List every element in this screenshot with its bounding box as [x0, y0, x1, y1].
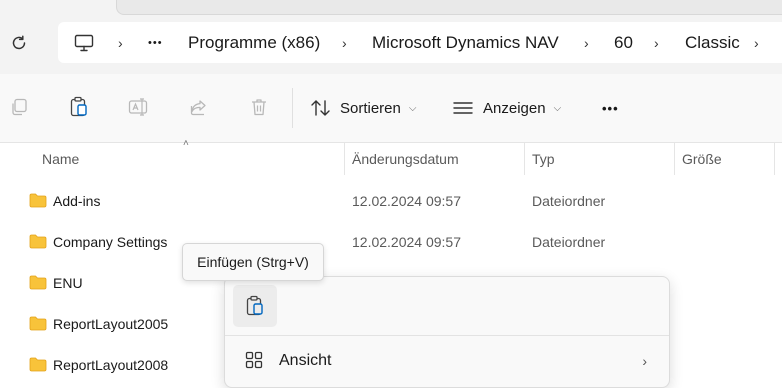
breadcrumb-chevron-icon[interactable]: ›	[584, 22, 589, 63]
breadcrumb-chevron-icon[interactable]: ›	[654, 22, 659, 63]
paste-tooltip: Einfügen (Strg+V)	[182, 243, 324, 281]
file-name: Add-ins	[53, 192, 101, 209]
toolbar-divider	[292, 88, 293, 128]
column-header-size[interactable]: Größe	[682, 142, 722, 175]
delete-button[interactable]	[246, 94, 272, 120]
sort-label: Sortieren	[340, 99, 401, 117]
sort-button[interactable]: Sortieren ⌵	[310, 90, 416, 126]
context-menu-divider	[225, 335, 669, 336]
breadcrumb-chevron-icon[interactable]: ›	[118, 22, 123, 63]
file-type: Dateiordner	[532, 233, 606, 250]
paste-button[interactable]	[66, 94, 92, 120]
refresh-icon	[12, 35, 26, 50]
file-name: ReportLayout2005	[53, 315, 169, 332]
refresh-button[interactable]	[8, 32, 30, 54]
breadcrumb-classic[interactable]: Classic	[685, 22, 740, 63]
breadcrumb-overflow[interactable]: •••	[148, 22, 163, 63]
folder-icon	[29, 234, 47, 249]
column-header-type[interactable]: Typ	[532, 142, 555, 175]
grid-icon	[245, 351, 263, 369]
column-divider[interactable]	[344, 142, 345, 175]
column-header-name[interactable]: Name	[42, 142, 79, 175]
chevron-right-icon: ›	[642, 353, 647, 369]
breadcrumb-dynamics-nav[interactable]: Microsoft Dynamics NAV	[372, 22, 559, 63]
breadcrumb-chevron-icon[interactable]: ›	[754, 22, 759, 63]
column-divider[interactable]	[674, 142, 675, 175]
rename-button[interactable]	[126, 94, 152, 120]
rename-icon	[128, 98, 148, 116]
file-name: Company Settings	[53, 233, 168, 250]
context-menu-item-view[interactable]: Ansicht ›	[225, 343, 669, 379]
view-label: Anzeigen	[483, 99, 546, 117]
copy-icon	[12, 98, 27, 116]
copy-button[interactable]	[6, 94, 32, 120]
column-divider[interactable]	[774, 142, 775, 175]
share-icon	[190, 100, 206, 116]
context-menu: Ansicht ›	[224, 276, 670, 388]
command-bar: Sortieren ⌵ Anzeigen ⌵ •••	[0, 74, 782, 143]
top-bar: › ••• Programme (x86) › Microsoft Dynami…	[0, 0, 782, 74]
breadcrumb-chevron-icon[interactable]: ›	[342, 22, 347, 63]
breadcrumb-programme[interactable]: Programme (x86)	[188, 22, 320, 63]
more-options-button[interactable]: •••	[602, 90, 619, 126]
file-name: ENU	[53, 274, 83, 291]
file-date: 12.02.2024 09:57	[352, 233, 461, 250]
computer-icon	[74, 34, 94, 51]
folder-icon	[29, 275, 47, 290]
file-date: 12.02.2024 09:57	[352, 192, 461, 209]
column-divider[interactable]	[524, 142, 525, 175]
chevron-down-icon: ⌵	[408, 102, 417, 114]
file-type: Dateiordner	[532, 192, 606, 209]
computer-icon-button[interactable]	[74, 22, 94, 63]
view-list-icon	[453, 102, 473, 114]
folder-icon	[29, 357, 47, 372]
chevron-down-icon: ⌵	[553, 102, 562, 114]
file-row[interactable]: Add-ins 12.02.2024 09:57 Dateiordner	[0, 180, 782, 221]
trash-icon	[252, 99, 266, 116]
overflow-label: •••	[148, 36, 163, 49]
column-header-date[interactable]: Änderungsdatum	[352, 142, 459, 175]
share-button[interactable]	[186, 94, 212, 120]
folder-icon	[29, 316, 47, 331]
paste-icon	[246, 295, 263, 316]
folder-icon	[29, 193, 47, 208]
sort-icon	[311, 100, 330, 116]
paste-icon	[70, 96, 87, 117]
column-headers: Name Änderungsdatum Typ Größe	[0, 142, 782, 175]
tab-strip	[116, 0, 782, 15]
context-paste-button[interactable]	[233, 285, 277, 327]
breadcrumb-60[interactable]: 60	[614, 22, 633, 63]
file-row[interactable]: Company Settings 12.02.2024 09:57 Dateio…	[0, 221, 782, 262]
file-name: ReportLayout2008	[53, 356, 169, 373]
context-menu-item-label: Ansicht	[279, 352, 332, 369]
view-button[interactable]: Anzeigen ⌵	[452, 90, 561, 126]
address-bar[interactable]: › ••• Programme (x86) › Microsoft Dynami…	[58, 22, 782, 63]
more-icon: •••	[602, 100, 619, 116]
